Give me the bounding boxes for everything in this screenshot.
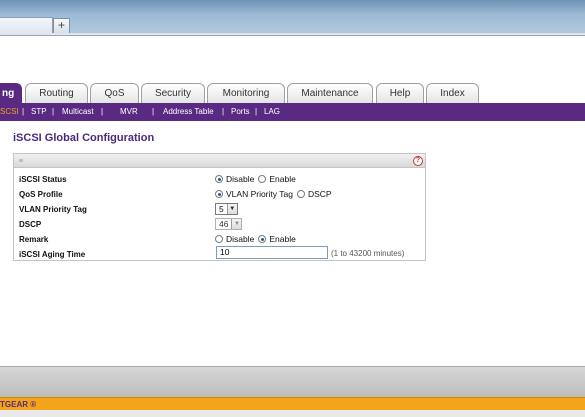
remark-enable-radio[interactable] [258,235,267,243]
footer-bar: TGEAR ® [0,397,585,410]
tab-switching[interactable]: ng [0,83,22,104]
select-value: 5 [219,204,224,214]
dscp-label: DSCP [19,220,42,229]
submenu-item-mvr[interactable]: MVR [120,103,138,121]
remark-label: Remark [19,235,49,244]
vlan-priority-tag-control: 5 ▼ [215,203,238,215]
chevron-down-icon[interactable]: ▼ [226,204,237,214]
submenu-separator: | [152,107,155,116]
radio-label: Disable [226,234,255,244]
status-strip [0,410,585,417]
dscp-control: 46 ▼ [215,218,243,230]
page-title: iSCSI Global Configuration [13,132,155,144]
radio-label: Enable [269,234,296,244]
vlan-priority-tag-label: VLAN Priority Tag [19,205,87,214]
submenu-item-stp[interactable]: STP [31,103,47,121]
submenu-separator: | [22,107,25,116]
aging-time-input[interactable]: 10 [216,246,328,259]
iscsi-status-control: Disable Enable [215,174,300,184]
dscp-select[interactable]: 46 ▼ [215,218,243,230]
tab-monitoring[interactable]: Monitoring [207,83,285,104]
netgear-logo-text: TGEAR ® [0,400,37,409]
aging-time-label: iSCSI Aging Time [19,250,86,259]
iscsi-status-enable-radio[interactable] [258,175,267,183]
tab-qos[interactable]: QoS [90,83,139,104]
tab-index[interactable]: Index [426,83,479,104]
submenu-separator: | [101,107,104,116]
button-bar [0,366,585,397]
remark-control: Disable Enable [215,234,300,244]
radio-label: Disable [226,174,255,184]
help-icon[interactable]: ? [413,156,423,166]
qos-profile-vlan-radio[interactable] [215,190,223,198]
browser-toolbar-edge [0,33,585,36]
qos-profile-label: QoS Profile [19,190,63,199]
submenu-separator: | [222,107,225,116]
iscsi-config-panel: ? iSCSI Status Disable Enable QoS Profil… [13,153,426,261]
aging-time-range-hint: (1 to 43200 minutes) [331,249,405,258]
submenu-bar: SCSI | STP | Multicast | MVR | Address T… [0,103,585,121]
remark-disable-radio[interactable] [215,235,223,243]
tab-routing[interactable]: Routing [25,83,88,104]
select-value: 46 [219,219,229,229]
collapse-handle-icon[interactable] [19,159,23,162]
chevron-down-icon[interactable]: ▼ [231,219,242,229]
browser-tab[interactable] [0,17,53,33]
radio-label: DSCP [307,189,332,199]
submenu-item-ports[interactable]: Ports [231,103,250,121]
submenu-separator: | [255,107,258,116]
radio-label: Enable [269,174,296,184]
submenu-item-address-table[interactable]: Address Table [163,103,214,121]
iscsi-status-disable-radio[interactable] [215,175,223,183]
iscsi-status-label: iSCSI Status [19,175,67,184]
tab-maintenance[interactable]: Maintenance [287,83,373,104]
submenu-separator: | [52,107,55,116]
tab-security[interactable]: Security [141,83,205,104]
vlan-priority-tag-select[interactable]: 5 ▼ [215,203,238,215]
tab-help[interactable]: Help [376,83,424,104]
panel-header: ? [14,154,425,168]
submenu-item-lag[interactable]: LAG [264,103,280,121]
submenu-item-multicast[interactable]: Multicast [62,103,94,121]
radio-label: VLAN Priority Tag [226,189,293,199]
submenu-item-iscsi[interactable]: SCSI [0,103,19,121]
qos-profile-dscp-radio[interactable] [296,190,305,198]
new-tab-button[interactable]: + [53,18,70,33]
browser-titlebar [0,0,585,36]
qos-profile-control: VLAN Priority Tag DSCP [215,189,336,199]
